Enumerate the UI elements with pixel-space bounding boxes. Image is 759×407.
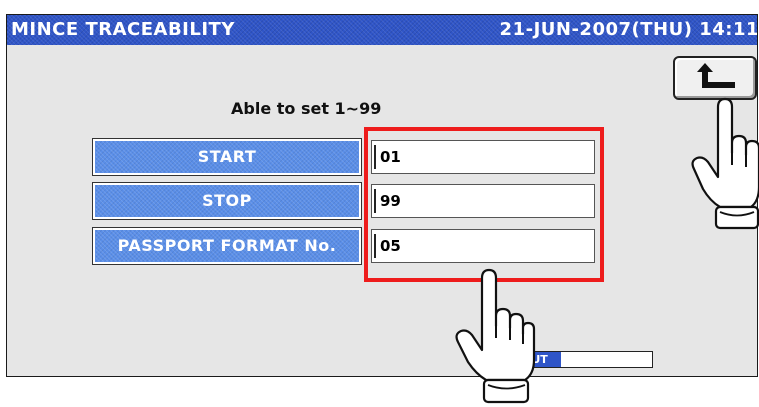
screen: MINCE TRACEABILITY 21-JUN-2007(THU) 14:1… xyxy=(6,14,758,377)
pointing-hand-icon xyxy=(691,97,759,230)
date-time: 21-JUN-2007(THU) 14:11 xyxy=(499,19,758,40)
passport-format-label-button[interactable]: PASSPORT FORMAT No. xyxy=(92,227,362,265)
value-fields-highlight xyxy=(364,127,604,282)
start-label-button[interactable]: START xyxy=(92,138,362,176)
return-arrow-icon xyxy=(697,63,735,88)
range-hint: Able to set 1~99 xyxy=(231,99,382,118)
pointing-hand-icon xyxy=(455,268,536,404)
title-bar: MINCE TRACEABILITY 21-JUN-2007(THU) 14:1… xyxy=(7,15,757,45)
page-title: MINCE TRACEABILITY xyxy=(11,19,235,40)
back-button[interactable] xyxy=(673,56,757,100)
stop-label-button[interactable]: STOP xyxy=(92,182,362,220)
